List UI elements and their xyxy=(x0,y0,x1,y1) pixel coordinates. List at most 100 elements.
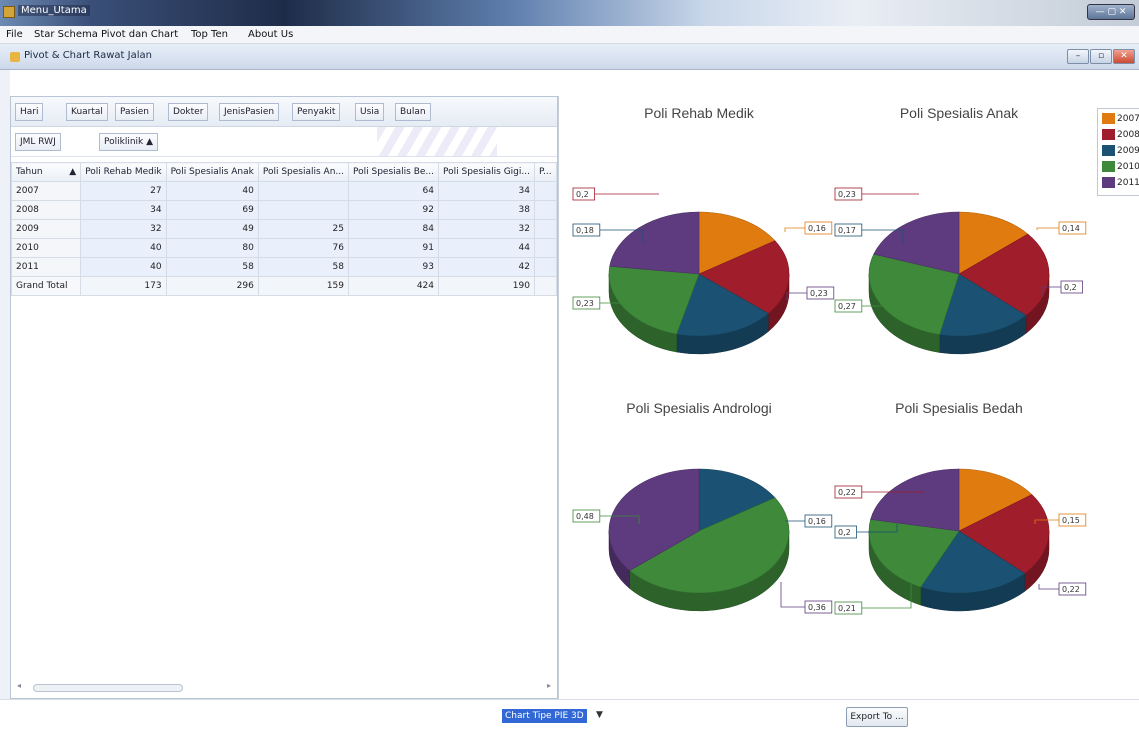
cell[interactable]: 159 xyxy=(257,276,350,296)
cell[interactable]: 91 xyxy=(348,238,439,258)
row-label[interactable]: 2010 xyxy=(10,238,82,258)
cell[interactable]: 25 xyxy=(257,219,350,239)
row-field-header[interactable]: Tahun ▲ xyxy=(10,162,82,182)
cell[interactable]: 424 xyxy=(348,276,439,296)
window-titlebar: Menu_Utama — ▢ ✕ xyxy=(0,0,1139,26)
cell[interactable]: 76 xyxy=(257,238,350,258)
cell[interactable]: 40 xyxy=(80,238,167,258)
row-label[interactable]: 2008 xyxy=(10,200,82,220)
close-icon[interactable]: ✕ xyxy=(1113,49,1135,64)
cell[interactable]: 42 xyxy=(438,257,535,277)
data-label: 0,2 xyxy=(1064,283,1077,292)
legend-swatch xyxy=(1102,161,1115,172)
cell[interactable]: 40 xyxy=(80,257,167,277)
col-header[interactable]: Poli Rehab Medik xyxy=(80,162,167,182)
cell[interactable]: 32 xyxy=(438,219,535,239)
scroll-right-icon[interactable]: ▸ xyxy=(547,681,551,690)
label-leader-line xyxy=(780,582,805,608)
cell[interactable]: 92 xyxy=(348,200,439,220)
restore-icon[interactable]: ▫ xyxy=(1090,49,1112,64)
field-jml-rwj[interactable]: JML RWJ xyxy=(15,133,61,151)
cell[interactable]: 44 xyxy=(438,238,535,258)
data-label: 0,16 xyxy=(808,224,826,233)
field-jenispasien[interactable]: JenisPasien xyxy=(219,103,280,121)
col-header[interactable]: Poli Spesialis Be... xyxy=(348,162,439,182)
col-header[interactable]: Poli Spesialis Anak xyxy=(165,162,259,182)
chart-type-select[interactable]: Chart Tipe PIE 3D ▼ xyxy=(502,709,606,725)
cell[interactable] xyxy=(533,200,558,220)
filter-area: Hari Kuartal Pasien Dokter JenisPasien P… xyxy=(11,97,557,127)
data-column-area: JML RWJ Poliklinik ▲ xyxy=(11,127,557,157)
menu-about-us[interactable]: About Us xyxy=(248,29,293,40)
cell[interactable] xyxy=(533,257,558,277)
scrollbar-thumb[interactable] xyxy=(33,684,183,692)
field-usia[interactable]: Usia xyxy=(355,103,385,121)
pivot-grid: Hari Kuartal Pasien Dokter JenisPasien P… xyxy=(10,96,558,699)
menu-top-ten[interactable]: Top Ten xyxy=(191,29,228,40)
cell[interactable]: 64 xyxy=(348,181,439,201)
cell[interactable]: 58 xyxy=(257,257,350,277)
menu-star-schema[interactable]: Star Schema xyxy=(34,29,98,40)
cell[interactable]: 40 xyxy=(165,181,259,201)
cell[interactable] xyxy=(533,181,558,201)
field-pasien[interactable]: Pasien xyxy=(115,103,154,121)
cell[interactable] xyxy=(533,238,558,258)
col-header[interactable]: Poli Spesialis Gigi... xyxy=(438,162,535,182)
cell[interactable]: 32 xyxy=(80,219,167,239)
col-header[interactable]: P... xyxy=(533,162,558,182)
cell[interactable]: 34 xyxy=(438,181,535,201)
pie-charts-svg: Poli Rehab Medik0,160,20,180,230,23Poli … xyxy=(572,105,1087,615)
minimize-icon[interactable]: – xyxy=(1067,49,1089,64)
data-label: 0,17 xyxy=(838,226,856,235)
chart-title: Poli Rehab Medik xyxy=(644,105,755,121)
pie-chart: Poli Spesialis Andrologi 0,16 0,48 0,36 xyxy=(572,400,833,614)
row-label[interactable]: 2011 xyxy=(10,257,82,277)
scroll-left-icon[interactable]: ◂ xyxy=(17,681,21,690)
grand-total-label[interactable]: Grand Total xyxy=(10,276,82,296)
data-label: 0,15 xyxy=(1062,516,1080,525)
cell[interactable]: 296 xyxy=(165,276,259,296)
cell[interactable]: 27 xyxy=(80,181,167,201)
chart-legend: 2007 2008 2009 2010 2011 xyxy=(1097,108,1139,196)
menu-pivot-chart[interactable]: Pivot dan Chart xyxy=(101,29,178,40)
cell[interactable]: 34 xyxy=(80,200,167,220)
window-controls[interactable]: — ▢ ✕ xyxy=(1087,4,1135,20)
field-hari[interactable]: Hari xyxy=(15,103,44,121)
cell[interactable] xyxy=(533,219,558,239)
cell[interactable]: 49 xyxy=(165,219,259,239)
field-bulan[interactable]: Bulan xyxy=(395,103,431,121)
field-poliklinik[interactable]: Poliklinik ▲ xyxy=(99,133,159,151)
chart-type-value[interactable]: Chart Tipe PIE 3D xyxy=(502,709,587,723)
legend-swatch xyxy=(1102,129,1115,140)
field-dokter[interactable]: Dokter xyxy=(168,103,209,121)
data-label: 0,23 xyxy=(838,190,856,199)
cell[interactable] xyxy=(257,200,350,220)
cell[interactable]: 69 xyxy=(165,200,259,220)
cell[interactable]: 38 xyxy=(438,200,535,220)
horizontal-scrollbar[interactable]: ◂ ▸ xyxy=(17,681,551,693)
cell[interactable]: 190 xyxy=(438,276,535,296)
col-header[interactable]: Poli Spesialis An... xyxy=(257,162,350,182)
table-row: 2009 32 49 25 84 32 xyxy=(10,219,558,239)
left-edge xyxy=(0,70,10,699)
row-label[interactable]: 2007 xyxy=(10,181,82,201)
cell[interactable]: 80 xyxy=(165,238,259,258)
legend-item: 2009 xyxy=(1102,145,1139,159)
label-leader-line xyxy=(784,227,805,232)
cell[interactable] xyxy=(257,181,350,201)
cell[interactable]: 93 xyxy=(348,257,439,277)
export-button[interactable]: Export To ... xyxy=(846,707,908,727)
label-leader-line xyxy=(1036,227,1059,230)
data-label: 0,27 xyxy=(838,302,856,311)
field-penyakit[interactable]: Penyakit xyxy=(292,103,341,121)
chevron-down-icon[interactable]: ▼ xyxy=(596,710,603,720)
cell[interactable]: 58 xyxy=(165,257,259,277)
row-label[interactable]: 2009 xyxy=(10,219,82,239)
cell[interactable] xyxy=(533,276,558,296)
sort-asc-icon[interactable]: ▲ xyxy=(69,167,76,177)
cell[interactable]: 84 xyxy=(348,219,439,239)
field-kuartal[interactable]: Kuartal xyxy=(66,103,108,121)
menu-file[interactable]: File xyxy=(6,29,23,40)
cell[interactable]: 173 xyxy=(80,276,167,296)
data-label: 0,16 xyxy=(808,517,826,526)
